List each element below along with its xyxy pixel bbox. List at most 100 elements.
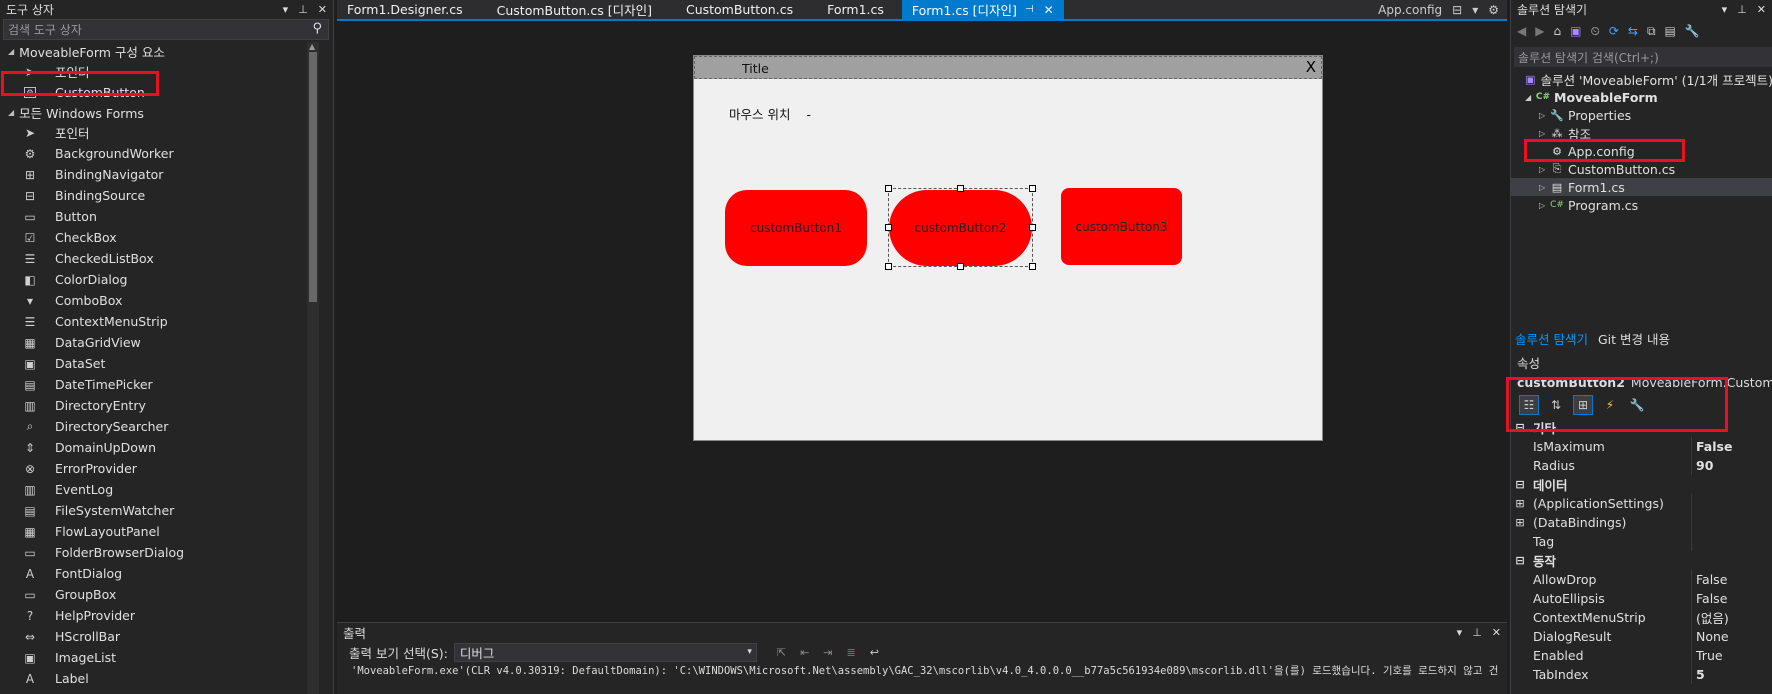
refresh-icon[interactable]: ⟳ — [1609, 24, 1619, 39]
find-in-output-icon[interactable]: ⇱ — [777, 646, 786, 659]
pin-icon[interactable]: ⊟ — [1452, 3, 1462, 17]
close-icon[interactable]: ✕ — [1492, 626, 1501, 639]
toolbox-item-errorprovider[interactable]: ⊗ ErrorProvider — [0, 458, 320, 479]
property-value[interactable]: None — [1692, 629, 1729, 644]
form-title-bar[interactable]: Title X — [694, 56, 1322, 79]
tab-form1-cs[interactable]: Form1.cs — [817, 0, 894, 19]
resize-handle-se[interactable] — [1029, 263, 1036, 270]
property-value[interactable]: (없음) — [1692, 608, 1729, 627]
close-icon[interactable]: ✕ — [1757, 3, 1766, 16]
prev-message-icon[interactable]: ⇤ — [800, 646, 809, 659]
property-row[interactable]: ⊞ (ApplicationSettings) — [1511, 494, 1772, 513]
resize-handle-sw[interactable] — [885, 263, 892, 270]
home-icon[interactable]: ⌂ — [1553, 24, 1561, 39]
form-preview[interactable]: Title X 마우스 위치 - customButton1 customBut… — [693, 55, 1323, 441]
tab-custombutton-design[interactable]: CustomButton.cs [디자인] — [487, 0, 662, 19]
clear-all-icon[interactable]: ≣ — [847, 646, 856, 659]
toolbox-item-bindingnavigator[interactable]: ⊞ BindingNavigator — [0, 164, 320, 185]
expand-triangle-icon[interactable]: ▷ — [1539, 183, 1549, 192]
property-row[interactable]: Tag — [1511, 532, 1772, 551]
resize-handle-ne[interactable] — [1029, 185, 1036, 192]
custom-button-1[interactable]: customButton1 — [725, 190, 867, 266]
tab-app-config[interactable]: App.config — [1378, 3, 1442, 17]
collapse-box-icon[interactable]: ⊟ — [1511, 421, 1529, 434]
pin-icon[interactable]: ⊥ — [298, 3, 308, 16]
property-category[interactable]: ⊟ 데이터 — [1511, 475, 1772, 494]
property-row[interactable]: TabIndex 5 — [1511, 665, 1772, 684]
toolbox-item-flowlayoutpanel[interactable]: ▦ FlowLayoutPanel — [0, 521, 320, 542]
property-value[interactable]: False — [1692, 572, 1727, 587]
properties-object-selector[interactable]: customButton2 MoveableForm.CustomButton — [1511, 372, 1772, 392]
pending-changes-icon[interactable]: ⏲ — [1590, 24, 1599, 39]
output-source-select[interactable]: 디버그 ▾ — [453, 642, 757, 662]
scroll-up-icon[interactable]: ▲ — [309, 42, 315, 51]
toolbox-item-filesystemwatcher[interactable]: ▤ FileSystemWatcher — [0, 500, 320, 521]
dropdown-icon[interactable]: ▾ — [1472, 3, 1478, 17]
toolbox-item-button[interactable]: ▭ Button — [0, 206, 320, 227]
toolbox-item-checkedlistbox[interactable]: ☰ CheckedListBox — [0, 248, 320, 269]
toolbox-item-helpprovider[interactable]: ? HelpProvider — [0, 605, 320, 626]
resize-handle-nw[interactable] — [885, 185, 892, 192]
property-row[interactable]: Enabled True — [1511, 646, 1772, 665]
mouse-position-label[interactable]: 마우스 위치 - — [729, 104, 811, 123]
settings-icon[interactable]: ⚙ — [1488, 3, 1499, 17]
alphabetical-icon[interactable]: ⇅ — [1546, 395, 1566, 415]
toolbox-group-windows-forms[interactable]: ◢ 모든 Windows Forms — [0, 103, 320, 122]
tree-item-form1-cs[interactable]: ▷ ▤ Form1.cs — [1511, 178, 1772, 196]
collapse-box-icon[interactable]: ⊟ — [1511, 554, 1529, 567]
properties-view-icon[interactable]: ⊞ — [1573, 395, 1593, 415]
dropdown-icon[interactable]: ▾ — [1457, 626, 1463, 639]
property-row[interactable]: AutoEllipsis False — [1511, 589, 1772, 608]
toolbox-item-groupbox[interactable]: ▭ GroupBox — [0, 584, 320, 605]
expand-box-icon[interactable]: ⊞ — [1511, 497, 1529, 510]
next-message-icon[interactable]: ⇥ — [823, 646, 832, 659]
expand-triangle-icon[interactable]: ▷ — [1539, 129, 1549, 138]
events-icon[interactable]: ⚡ — [1600, 395, 1620, 415]
property-category[interactable]: ⊟ 기타 — [1511, 418, 1772, 437]
toolbox-item-fontdialog[interactable]: A FontDialog — [0, 563, 320, 584]
toolbox-item-datetimepicker[interactable]: ▤ DateTimePicker — [0, 374, 320, 395]
tree-item-app-config[interactable]: ⚙ App.config — [1511, 142, 1772, 160]
pin-icon[interactable]: ⊥ — [1472, 626, 1482, 639]
close-icon[interactable]: ✕ — [318, 3, 327, 16]
dropdown-icon[interactable]: ▾ — [1722, 3, 1728, 16]
property-pages-icon[interactable]: 🔧 — [1627, 395, 1647, 415]
toolbox-item-domainupdown[interactable]: ⇕ DomainUpDown — [0, 437, 320, 458]
expand-triangle-icon[interactable]: ▷ — [1539, 201, 1549, 210]
property-category[interactable]: ⊟ 동작 — [1511, 551, 1772, 570]
collapse-box-icon[interactable]: ⊟ — [1511, 478, 1529, 491]
toolbox-item-colordialog[interactable]: ◧ ColorDialog — [0, 269, 320, 290]
categorized-icon[interactable]: ☷ — [1519, 395, 1539, 415]
property-value[interactable]: True — [1692, 648, 1723, 663]
toolbox-item-eventlog[interactable]: ▥ EventLog — [0, 479, 320, 500]
property-value[interactable]: 90 — [1692, 458, 1713, 473]
pin-icon[interactable]: ⊥ — [1737, 3, 1747, 16]
toolbox-group-moveableform[interactable]: ◢ MoveableForm 구성 요소 — [0, 42, 320, 61]
tab-solution-explorer[interactable]: 솔루션 탐색기 — [1515, 329, 1588, 348]
toolbox-item-dataset[interactable]: ▣ DataSet — [0, 353, 320, 374]
property-row[interactable]: ⊞ (DataBindings) — [1511, 513, 1772, 532]
property-row[interactable]: ContextMenuStrip (없음) — [1511, 608, 1772, 627]
form-close-icon[interactable]: X — [1306, 58, 1316, 76]
properties-icon[interactable]: 🔧 — [1685, 24, 1700, 39]
pin-icon[interactable]: ⊣ — [1025, 4, 1034, 15]
resize-handle-n[interactable] — [957, 185, 964, 192]
toolbox-item-combobox[interactable]: ▾ ComboBox — [0, 290, 320, 311]
tree-item-properties[interactable]: ▷ 🔧 Properties — [1511, 106, 1772, 124]
expand-triangle-icon[interactable]: ▷ — [1539, 111, 1549, 120]
toolbox-item-directoryentry[interactable]: ▥ DirectoryEntry — [0, 395, 320, 416]
toolbox-item-folderbrowserdialog[interactable]: ▭ FolderBrowserDialog — [0, 542, 320, 563]
collapse-all-icon[interactable]: ⧉ — [1647, 24, 1656, 39]
collapse-triangle-icon[interactable]: ◢ — [1525, 93, 1535, 102]
word-wrap-icon[interactable]: ↩ — [870, 646, 879, 659]
property-row[interactable]: AllowDrop False — [1511, 570, 1772, 589]
tree-item-custombutton-cs[interactable]: ▷ ⎘ CustomButton.cs — [1511, 160, 1772, 178]
dropdown-icon[interactable]: ▾ — [283, 3, 289, 16]
resize-handle-s[interactable] — [957, 263, 964, 270]
property-row[interactable]: IsMaximum False — [1511, 437, 1772, 456]
tree-item-program-cs[interactable]: ▷ C# Program.cs — [1511, 196, 1772, 214]
property-row[interactable]: Radius 90 — [1511, 456, 1772, 475]
toolbox-item-contextmenustrip[interactable]: ☰ ContextMenuStrip — [0, 311, 320, 332]
property-value[interactable]: False — [1692, 591, 1727, 606]
toolbox-item-포인터[interactable]: ➤ 포인터 — [0, 122, 320, 143]
